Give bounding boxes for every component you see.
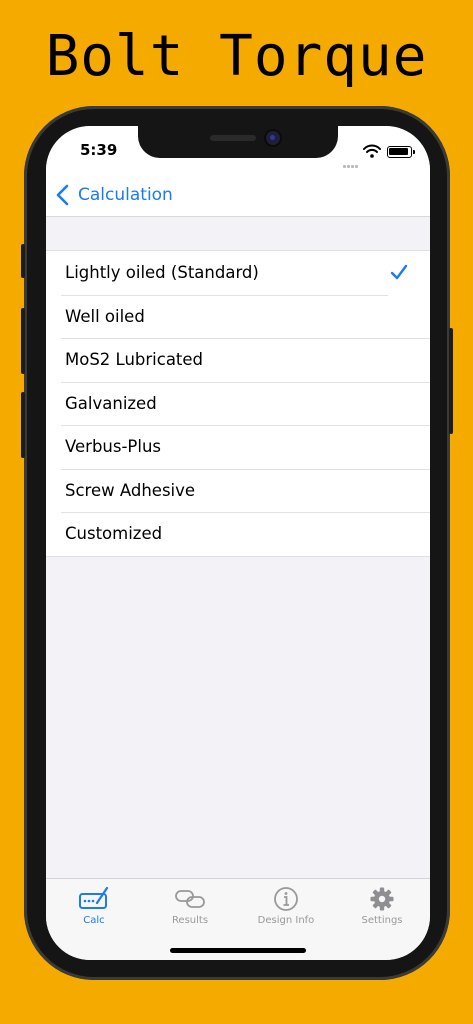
calc-icon [79, 886, 109, 909]
tab-calc-label: Calc [83, 915, 105, 926]
tab-settings[interactable]: Settings [334, 885, 430, 926]
list-item[interactable]: MoS2 Lubricated [46, 338, 430, 382]
gear-icon [370, 887, 394, 911]
navigation-bar: Calculation [46, 174, 430, 217]
tab-design-info-label: Design Info [257, 915, 315, 926]
back-button[interactable]: Calculation [54, 182, 173, 208]
list-item-label: Well oiled [65, 306, 145, 326]
wifi-icon [363, 144, 381, 158]
list-item[interactable]: Screw Adhesive [46, 468, 430, 513]
volume-down-button [21, 392, 25, 458]
list-item[interactable]: Lightly oiled (Standard) [46, 251, 430, 295]
list-item[interactable]: Verbus-Plus [46, 425, 430, 469]
info-icon [274, 887, 298, 911]
list-item[interactable]: Well oiled [46, 294, 430, 339]
checkmark-icon [390, 264, 408, 280]
tab-settings-label: Settings [361, 915, 403, 926]
list-item-label: Verbus-Plus [65, 437, 162, 457]
chevron-left-icon [56, 184, 69, 206]
notch [138, 126, 338, 158]
list-item[interactable]: Customized [46, 512, 430, 556]
list-item-label: Screw Adhesive [65, 480, 196, 500]
link-icon [175, 890, 205, 908]
status-time: 5:39 [80, 141, 118, 159]
lubrication-list: Lightly oiled (Standard) Well oiled MoS2… [46, 250, 430, 557]
app-screen: 5:39 Calculation Lightly oiled (Standard… [46, 126, 430, 960]
power-button [449, 328, 453, 434]
tab-calc[interactable]: Calc [46, 885, 142, 926]
list-item-label: Lightly oiled (Standard) [65, 263, 259, 283]
list-item-label: Customized [65, 524, 163, 544]
mute-switch [21, 244, 25, 278]
home-indicator[interactable] [170, 948, 306, 953]
tab-design-info[interactable]: Design Info [238, 885, 334, 926]
list-item-label: Galvanized [65, 393, 157, 413]
earpiece-speaker [210, 135, 256, 141]
tab-results-label: Results [171, 915, 209, 926]
promo-title: Bolt Torque [45, 24, 428, 89]
back-button-label: Calculation [78, 185, 173, 205]
front-camera [266, 131, 280, 145]
tab-results[interactable]: Results [142, 885, 238, 926]
cellular-signal-icon [343, 153, 359, 172]
list-item-label: MoS2 Lubricated [65, 350, 204, 370]
volume-up-button [21, 308, 25, 374]
list-item[interactable]: Galvanized [46, 381, 430, 426]
battery-icon [387, 146, 415, 158]
